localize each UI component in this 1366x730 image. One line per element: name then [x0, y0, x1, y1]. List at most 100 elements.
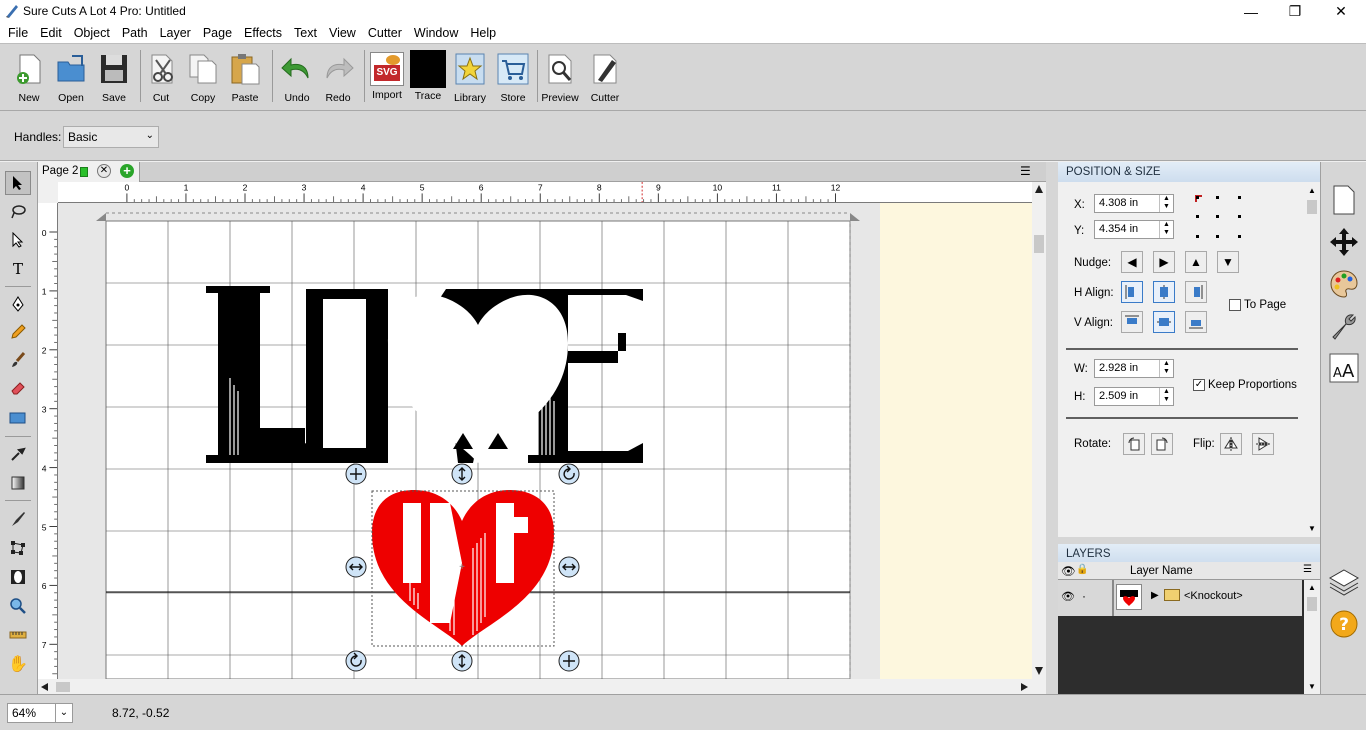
cut-button[interactable]: Cut	[139, 50, 183, 106]
keep-proportions-checkbox[interactable]: ✓	[1193, 379, 1205, 391]
text-tool[interactable]: T	[5, 257, 31, 281]
measure-tool[interactable]	[5, 623, 31, 647]
select-tool[interactable]	[5, 171, 31, 195]
align-left-button[interactable]	[1121, 281, 1143, 303]
close-page-icon[interactable]: ✕	[97, 164, 111, 178]
preview-button[interactable]: Preview	[538, 50, 582, 106]
x-position-field[interactable]: 4.308 in ▲ ▼	[1094, 194, 1174, 213]
flip-vertical-button[interactable]	[1252, 433, 1274, 455]
horizontal-scrollbar[interactable]	[38, 679, 1032, 694]
layers-scrollbar[interactable]: ▲ ▼	[1304, 580, 1320, 694]
document-panel-button[interactable]	[1326, 182, 1362, 218]
layer-row[interactable]: 👁 · ▶ <Knockout>	[1058, 580, 1302, 616]
scroll-thumb[interactable]	[1034, 235, 1044, 253]
open-button[interactable]: Open	[49, 50, 93, 106]
minimize-button[interactable]: —	[1228, 0, 1274, 23]
node-edit-tool[interactable]	[5, 228, 31, 252]
expand-arrow-icon[interactable]: ▶	[1151, 590, 1159, 601]
rotate-handle-icon[interactable]	[345, 650, 367, 672]
resize-vertical-handle-icon[interactable]	[451, 463, 473, 485]
text-panel-button[interactable]: AA	[1326, 350, 1362, 386]
rotate-left-button[interactable]	[1123, 433, 1145, 455]
design-canvas[interactable]: +	[58, 203, 1032, 679]
new-button[interactable]: New	[7, 50, 51, 106]
menu-window[interactable]: Window	[408, 26, 464, 40]
align-right-button[interactable]	[1185, 281, 1207, 303]
menu-help[interactable]: Help	[464, 26, 502, 40]
menu-edit[interactable]: Edit	[34, 26, 68, 40]
layers-menu-icon[interactable]: ☰	[1303, 564, 1312, 575]
align-center-button[interactable]	[1153, 281, 1175, 303]
weld-tool[interactable]	[5, 565, 31, 589]
scroll-thumb[interactable]	[1307, 597, 1317, 611]
spinner-arrows-icon[interactable]: ▲ ▼	[1159, 388, 1173, 405]
move-handle-icon[interactable]	[558, 650, 580, 672]
shape-tool[interactable]	[5, 406, 31, 430]
nudge-left-button[interactable]: ◀	[1121, 251, 1143, 273]
panel-scrollbar[interactable]: ▲ ▼	[1304, 182, 1320, 537]
vertical-scrollbar[interactable]	[1032, 182, 1046, 679]
help-button[interactable]: ?	[1326, 606, 1362, 642]
resize-vertical-handle-icon[interactable]	[451, 650, 473, 672]
close-window-button[interactable]: ✕	[1318, 0, 1364, 23]
resize-horizontal-handle-icon[interactable]	[345, 556, 367, 578]
align-bottom-button[interactable]	[1185, 311, 1207, 333]
anchor-point-grid[interactable]	[1194, 194, 1244, 240]
tab-page-2[interactable]: Page 2 ✕ +	[38, 162, 140, 182]
layers-panel-button[interactable]	[1326, 564, 1362, 600]
nudge-up-button[interactable]: ▲	[1185, 251, 1207, 273]
scroll-thumb[interactable]	[56, 682, 70, 692]
menu-layer[interactable]: Layer	[154, 26, 197, 40]
page-menu-icon[interactable]: ☰	[1020, 164, 1031, 178]
eye-icon[interactable]: 👁	[1061, 590, 1075, 603]
width-field[interactable]: 2.928 in ▲ ▼	[1094, 359, 1174, 378]
menu-effects[interactable]: Effects	[238, 26, 288, 40]
height-field[interactable]: 2.509 in ▲ ▼	[1094, 387, 1174, 406]
resize-horizontal-handle-icon[interactable]	[558, 556, 580, 578]
store-button[interactable]: Store	[491, 50, 535, 106]
menu-path[interactable]: Path	[116, 26, 154, 40]
spinner-arrows-icon[interactable]: ▲ ▼	[1159, 195, 1173, 212]
nudge-right-button[interactable]: ▶	[1153, 251, 1175, 273]
import-button[interactable]: SVG Import	[365, 50, 409, 106]
nudge-down-button[interactable]: ▼	[1217, 251, 1239, 273]
flip-horizontal-button[interactable]	[1220, 433, 1242, 455]
pencil-tool[interactable]	[5, 320, 31, 344]
move-handle-icon[interactable]	[345, 463, 367, 485]
eraser-tool[interactable]	[5, 376, 31, 400]
copy-button[interactable]: Copy	[181, 50, 225, 106]
settings-panel-button[interactable]	[1326, 308, 1362, 344]
pan-tool[interactable]: ✋	[5, 652, 31, 676]
menu-text[interactable]: Text	[288, 26, 323, 40]
position-panel-button[interactable]	[1326, 224, 1362, 260]
rotate-handle-icon[interactable]	[558, 463, 580, 485]
y-position-field[interactable]: 4.354 in ▲ ▼	[1094, 220, 1174, 239]
trace-button[interactable]: Trace	[406, 50, 450, 106]
lasso-tool[interactable]	[5, 200, 31, 224]
color-panel-button[interactable]	[1326, 266, 1362, 302]
redo-button[interactable]: Redo	[316, 50, 360, 106]
menu-cutter[interactable]: Cutter	[362, 26, 408, 40]
library-button[interactable]: Library	[448, 50, 492, 106]
maximize-button[interactable]: ❐	[1272, 0, 1318, 23]
to-page-checkbox[interactable]	[1229, 299, 1241, 311]
cutter-button[interactable]: Cutter	[583, 50, 627, 106]
eyedropper-tool[interactable]	[5, 442, 31, 466]
pen-tool[interactable]	[5, 292, 31, 316]
zoom-select[interactable]: 64% ⌄	[7, 703, 73, 723]
menu-object[interactable]: Object	[68, 26, 116, 40]
paste-button[interactable]: Paste	[223, 50, 267, 106]
scroll-thumb[interactable]	[1307, 200, 1317, 214]
handles-select[interactable]: Basic ⌄	[63, 126, 159, 148]
menu-file[interactable]: File	[2, 26, 34, 40]
zoom-tool[interactable]	[5, 594, 31, 618]
brush-tool[interactable]	[5, 348, 31, 372]
rotate-right-button[interactable]	[1151, 433, 1173, 455]
menu-page[interactable]: Page	[197, 26, 238, 40]
gradient-tool[interactable]	[5, 471, 31, 495]
spinner-arrows-icon[interactable]: ▲ ▼	[1159, 360, 1173, 377]
spinner-arrows-icon[interactable]: ▲ ▼	[1159, 221, 1173, 238]
align-top-button[interactable]	[1121, 311, 1143, 333]
save-button[interactable]: Save	[92, 50, 136, 106]
lock-dot-icon[interactable]: ·	[1082, 589, 1086, 603]
